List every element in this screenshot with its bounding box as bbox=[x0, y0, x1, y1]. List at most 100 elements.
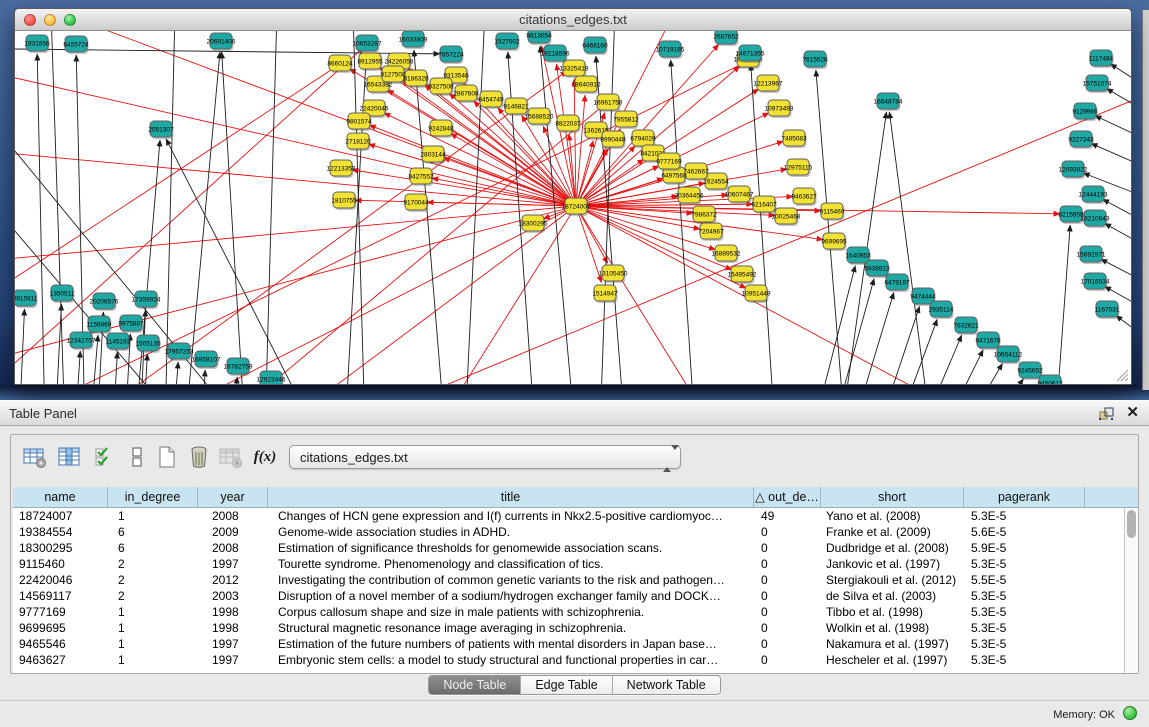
graph-node[interactable]: 17957253 bbox=[165, 343, 194, 361]
table-cell[interactable]: Changes of HCN gene expression and I(f) … bbox=[268, 508, 754, 524]
graph-edge[interactable] bbox=[878, 306, 920, 384]
graph-node[interactable]: 15688520 bbox=[525, 108, 554, 126]
function-builder-icon[interactable]: f(x) bbox=[251, 443, 279, 471]
table-select-dropdown[interactable]: citations_edges.txt bbox=[289, 445, 681, 469]
graph-node[interactable]: 2718120 bbox=[345, 133, 371, 151]
graph-node[interactable]: 6466160 bbox=[582, 37, 608, 55]
graph-node[interactable]: 2051307 bbox=[148, 121, 174, 139]
graph-node[interactable]: 9129966 bbox=[1072, 103, 1098, 121]
table-cell[interactable]: Hescheler et al. (1997) bbox=[821, 652, 964, 668]
table-row[interactable]: 911546021997Tourette syndrome. Phenomeno… bbox=[13, 556, 1138, 572]
table-row[interactable]: 2242004622012Investigating the contribut… bbox=[13, 572, 1138, 588]
graph-node[interactable]: 16961758 bbox=[594, 94, 623, 112]
table-cell[interactable]: 0 bbox=[754, 556, 821, 572]
table-cell[interactable]: 6 bbox=[108, 524, 198, 540]
graph-edge[interactable] bbox=[576, 166, 659, 206]
graph-node[interactable]: 6216407 bbox=[751, 196, 777, 214]
table-vertical-scrollbar[interactable] bbox=[1124, 508, 1138, 673]
graph-node[interactable]: 10951449 bbox=[742, 285, 771, 303]
table-cell[interactable]: 9465546 bbox=[13, 636, 108, 652]
table-cell[interactable]: 1 bbox=[108, 604, 198, 620]
graph-node[interactable]: 1514947 bbox=[592, 285, 618, 303]
table-cell[interactable]: 0 bbox=[754, 572, 821, 588]
graph-edge[interactable] bbox=[265, 31, 277, 384]
trash-icon[interactable] bbox=[185, 443, 213, 471]
graph-node[interactable]: 1145193 bbox=[106, 333, 131, 351]
graph-node[interactable]: 9227343 bbox=[1068, 131, 1094, 149]
graph-node[interactable]: 12923446 bbox=[257, 371, 286, 384]
graph-edge[interactable] bbox=[943, 350, 983, 384]
graph-node[interactable]: 18640910 bbox=[572, 76, 601, 94]
graph-node[interactable]: 2935114 bbox=[929, 301, 954, 319]
table-cell[interactable]: 5.9E-5 bbox=[964, 540, 1085, 556]
tab-network-table[interactable]: Network Table bbox=[613, 676, 720, 694]
graph-node[interactable]: 12213967 bbox=[754, 75, 783, 93]
graph-node[interactable]: 9975887 bbox=[118, 315, 144, 333]
float-panel-icon[interactable] bbox=[1098, 406, 1114, 421]
select-rows-check-icon[interactable] bbox=[91, 443, 119, 471]
graph-node[interactable]: 9115460 bbox=[820, 203, 845, 221]
graph-node[interactable]: 7485083 bbox=[781, 130, 807, 148]
table-cell[interactable]: Embryonic stem cells: a model to study s… bbox=[268, 652, 754, 668]
graph-node[interactable]: 15751074 bbox=[1083, 75, 1112, 93]
graph-node[interactable]: 9327508 bbox=[428, 78, 454, 96]
table-cell[interactable]: 1 bbox=[108, 652, 198, 668]
graph-edge[interactable] bbox=[165, 31, 175, 384]
graph-node[interactable]: 10607467 bbox=[725, 186, 754, 204]
table-cell[interactable]: Investigating the contribution of common… bbox=[268, 572, 754, 588]
table-cell[interactable]: 5.3E-5 bbox=[964, 604, 1085, 620]
table-cell[interactable]: Dudbridge et al. (2008) bbox=[821, 540, 964, 556]
graph-edge[interactable] bbox=[113, 352, 117, 384]
graph-node[interactable]: 16782759 bbox=[224, 358, 253, 376]
graph-edge[interactable] bbox=[173, 362, 178, 384]
graph-node[interactable]: 16889532 bbox=[712, 245, 741, 263]
graph-node[interactable]: 18300295 bbox=[519, 215, 548, 233]
graph-node[interactable]: 17359924 bbox=[132, 291, 161, 309]
graph-node[interactable]: 7462667 bbox=[683, 163, 709, 181]
table-cell[interactable]: 6 bbox=[108, 540, 198, 556]
citation-network-graph[interactable]: 1872400718300295181075512213359271812022… bbox=[15, 31, 1131, 384]
table-row[interactable]: 1456911722003Disruption of a novel membe… bbox=[13, 588, 1138, 604]
graph-node[interactable]: 17016534 bbox=[1081, 273, 1110, 291]
table-cell[interactable]: Nakamura et al. (1997) bbox=[821, 636, 964, 652]
graph-node[interactable]: 16958107 bbox=[192, 351, 221, 369]
table-cell[interactable]: 2009 bbox=[198, 524, 268, 540]
table-cell[interactable]: 18300295 bbox=[13, 540, 108, 556]
scrollbar-thumb[interactable] bbox=[1127, 510, 1136, 538]
table-row[interactable]: 977716911998Corpus callosum shape and si… bbox=[13, 604, 1138, 620]
table-row[interactable]: 1830029562008Estimation of significance … bbox=[13, 540, 1138, 556]
table-cell[interactable]: 0 bbox=[754, 524, 821, 540]
graph-node[interactable]: 3915911 bbox=[15, 290, 38, 308]
graph-node[interactable]: 1931856 bbox=[24, 35, 50, 53]
row-height-icon[interactable] bbox=[123, 443, 151, 471]
column-header-1[interactable]: in_degree bbox=[108, 487, 198, 507]
graph-node[interactable]: 20206576 bbox=[90, 293, 119, 311]
graph-node[interactable]: 13105450 bbox=[599, 265, 628, 283]
graph-node[interactable]: 9699695 bbox=[821, 233, 847, 251]
graph-edge[interactable] bbox=[15, 151, 576, 206]
table-cell[interactable]: 18724007 bbox=[13, 508, 108, 524]
table-cell[interactable]: 14569117 bbox=[13, 588, 108, 604]
table-cell[interactable]: 0 bbox=[754, 588, 821, 604]
table-cell[interactable]: Corpus callosum shape and size in male p… bbox=[268, 604, 754, 620]
graph-node[interactable]: 8822037 bbox=[555, 115, 581, 133]
table-cell[interactable]: de Silva et al. (2003) bbox=[821, 588, 964, 604]
table-cell[interactable]: Genome-wide association studies in ADHD. bbox=[268, 524, 754, 540]
table-cell[interactable]: 1 bbox=[108, 508, 198, 524]
table-cell[interactable]: Tibbo et al. (1998) bbox=[821, 604, 964, 620]
table-row[interactable]: 946554611997Estimation of the future num… bbox=[13, 636, 1138, 652]
graph-node[interactable]: 9170044 bbox=[403, 194, 429, 212]
table-cell[interactable]: 9699695 bbox=[13, 620, 108, 636]
graph-node[interactable]: 1167531 bbox=[1095, 301, 1120, 319]
table-cell[interactable]: 0 bbox=[754, 620, 821, 636]
new-document-icon[interactable] bbox=[153, 443, 181, 471]
graph-node[interactable]: 7204967 bbox=[698, 223, 724, 241]
graph-edge[interactable] bbox=[963, 363, 1002, 384]
table-cell[interactable]: 5.3E-5 bbox=[964, 508, 1085, 524]
table-cell[interactable]: Jankovic et al. (1997) bbox=[821, 556, 964, 572]
graph-node[interactable]: 1505135 bbox=[135, 335, 161, 353]
graph-edge[interactable] bbox=[15, 206, 576, 361]
table-cell[interactable]: 1997 bbox=[198, 636, 268, 652]
graph-edge[interactable] bbox=[896, 319, 937, 384]
graph-node[interactable]: 10973493 bbox=[765, 100, 794, 118]
